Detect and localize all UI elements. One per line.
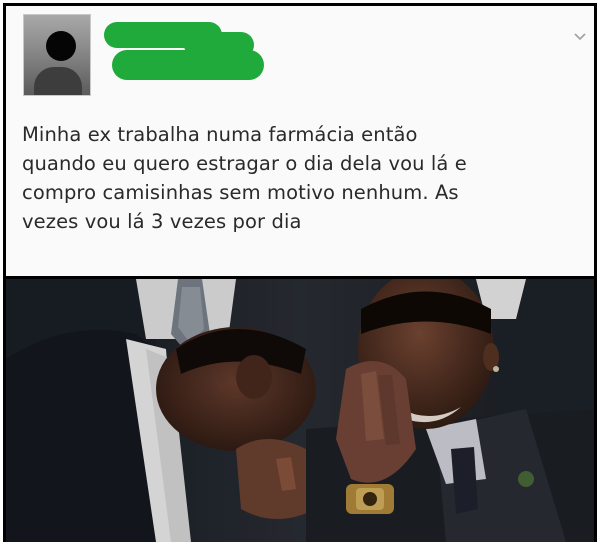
avatar-redaction-mark bbox=[46, 31, 76, 61]
chevron-down-icon[interactable] bbox=[572, 28, 588, 44]
post-text: Minha ex trabalha numa farmácia então qu… bbox=[22, 123, 467, 233]
meme-photo bbox=[6, 279, 594, 542]
redaction-stroke bbox=[112, 50, 264, 80]
avatar[interactable] bbox=[23, 14, 91, 96]
social-post-card: Minha ex trabalha numa farmácia então qu… bbox=[6, 6, 594, 276]
avatar-shoulders bbox=[34, 67, 82, 95]
laughing-men-illustration bbox=[6, 279, 594, 542]
